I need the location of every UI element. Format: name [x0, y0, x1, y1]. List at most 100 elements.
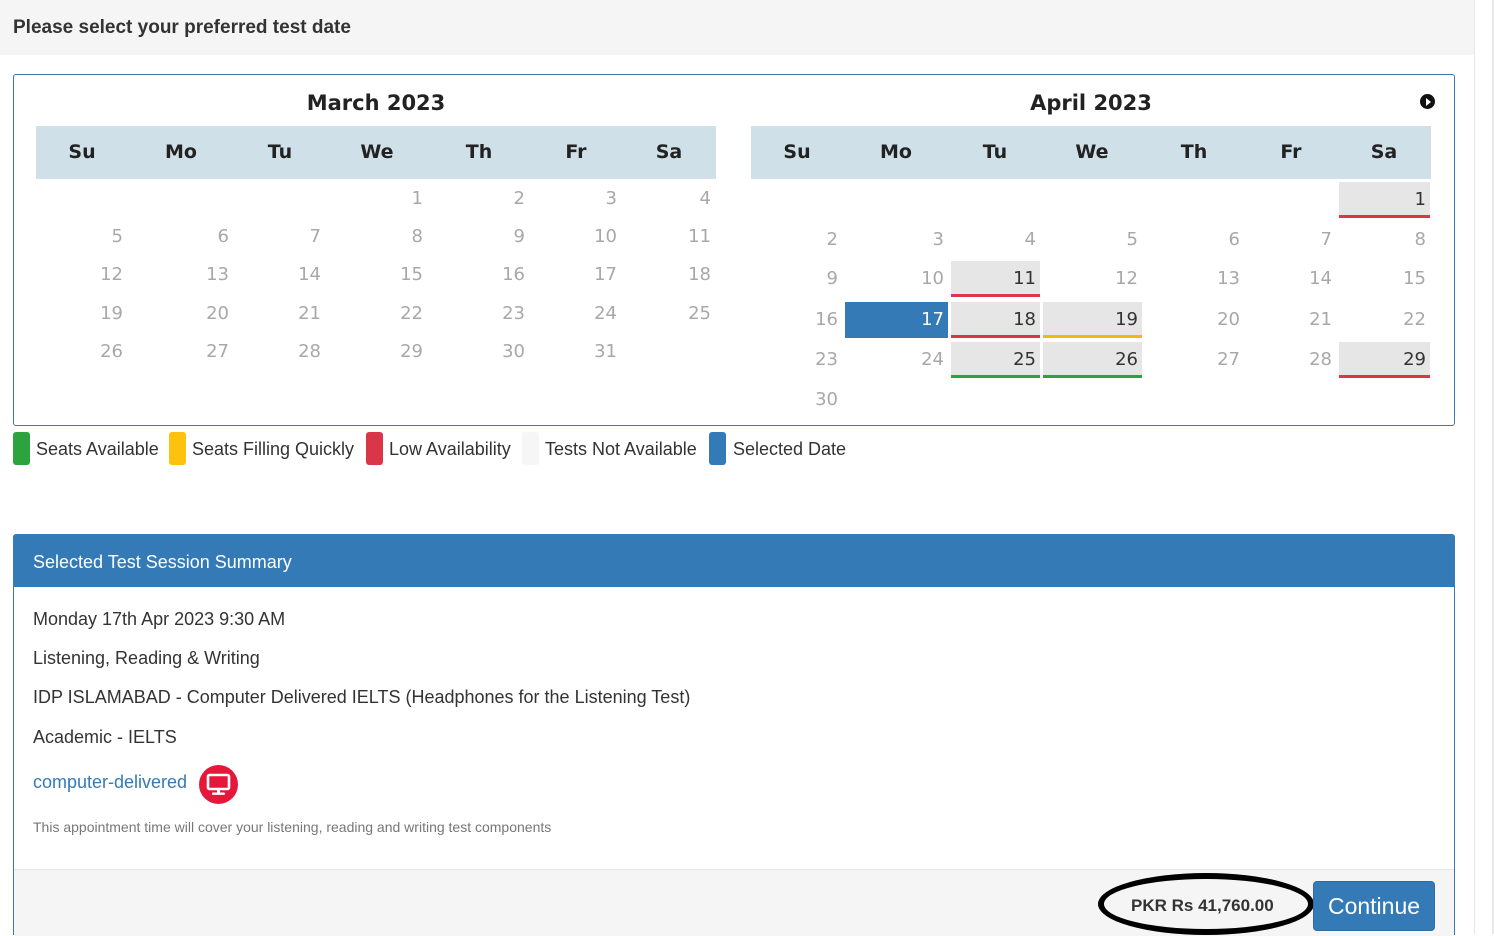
legend-label: Seats Available — [36, 439, 159, 459]
legend-swatch-seats-filling — [169, 432, 186, 465]
weekday-header: Su Mo Tu We Th Fr Sa — [36, 126, 716, 179]
calendar-day: 2 — [513, 188, 525, 209]
calendar-day: 26 — [100, 341, 123, 362]
calendar-month-march: March 2023 Su Mo Tu We Th Fr Sa 1 2 3 4 5 6 7 8 9 10 11 1… — [36, 75, 716, 425]
calendar-day[interactable]: 18 — [951, 302, 1040, 338]
weekday-tu: Tu — [982, 141, 1008, 163]
calendar-day: 1 — [411, 188, 423, 209]
legend-swatch-low-availability — [366, 432, 383, 465]
legend-label: Low Availability — [389, 439, 511, 459]
calendar-day: 6 — [1228, 229, 1240, 250]
month-title: March 2023 — [306, 91, 446, 115]
calendar-day: 31 — [594, 341, 617, 362]
header-bar: Please select your preferred test date — [0, 0, 1474, 55]
calendar-panel: March 2023 Su Mo Tu We Th Fr Sa 1 2 3 4 5 6 7 8 9 10 11 1… — [13, 74, 1455, 426]
legend-swatch-not-available — [522, 432, 539, 465]
summary-title: Selected Test Session Summary — [33, 552, 292, 572]
computer-monitor-icon — [199, 765, 238, 804]
calendar-day: 29 — [400, 341, 423, 362]
session-venue: IDP ISLAMABAD - Computer Delivered IELTS… — [33, 687, 691, 707]
calendar-day[interactable]: 11 — [951, 261, 1040, 297]
calendar-day: 25 — [688, 303, 711, 324]
calendar-day[interactable]: 26 — [1043, 342, 1142, 378]
appointment-note: This appointment time will cover your li… — [33, 819, 552, 835]
legend-label: Selected Date — [733, 439, 847, 459]
calendar-day: 16 — [502, 264, 525, 285]
calendar-day: 3 — [605, 188, 617, 209]
calendar-day: 21 — [298, 303, 321, 324]
calendar-day: 28 — [298, 341, 321, 362]
calendar-day: 20 — [206, 303, 229, 324]
calendar-day[interactable]: 29 — [1339, 342, 1430, 378]
weekday-mo: Mo — [165, 141, 197, 163]
session-summary-panel: Selected Test Session Summary Monday 17t… — [13, 534, 1455, 936]
page-title: Please select your preferred test date — [13, 17, 351, 38]
calendar-day: 27 — [1217, 349, 1240, 370]
calendar-day: 2 — [826, 229, 838, 250]
calendar-day: 30 — [815, 389, 838, 410]
calendar-day: 8 — [1414, 229, 1426, 250]
calendar-day: 28 — [1309, 349, 1332, 370]
continue-button[interactable]: Continue — [1313, 881, 1435, 931]
calendar-day: 11 — [688, 226, 711, 247]
calendar-day: 15 — [1403, 268, 1426, 289]
calendar-day: 14 — [1309, 268, 1332, 289]
calendar-day: 9 — [513, 226, 525, 247]
calendar-day: 18 — [688, 264, 711, 285]
calendar-day: 13 — [1217, 268, 1240, 289]
calendar-day: 6 — [217, 226, 229, 247]
weekday-we: We — [1075, 141, 1109, 163]
computer-delivered-link[interactable]: computer-delivered — [33, 772, 187, 793]
page: Please select your preferred test date M… — [0, 0, 1474, 936]
calendar-day[interactable]: 19 — [1043, 302, 1142, 338]
next-month-icon[interactable] — [1420, 94, 1435, 109]
content-border — [1474, 0, 1475, 934]
calendar-day: 30 — [502, 341, 525, 362]
session-datetime: Monday 17th Apr 2023 9:30 AM — [33, 609, 286, 629]
calendar-day: 16 — [815, 309, 838, 330]
calendar-day: 24 — [921, 349, 944, 370]
summary-header: Selected Test Session Summary — [14, 535, 1454, 587]
calendar-day: 3 — [932, 229, 944, 250]
weekday-su: Su — [783, 141, 811, 163]
weekday-we: We — [360, 141, 394, 163]
calendar-day: 24 — [594, 303, 617, 324]
calendar-day: 7 — [1320, 229, 1332, 250]
legend-label: Seats Filling Quickly — [192, 439, 355, 459]
calendar-day: 10 — [594, 226, 617, 247]
calendar-day: 23 — [502, 303, 525, 324]
calendar-day: 23 — [815, 349, 838, 370]
weekday-fr: Fr — [1280, 141, 1302, 163]
calendar-day[interactable]: 25 — [951, 342, 1040, 378]
calendar-day[interactable]: 1 — [1339, 182, 1430, 218]
weekday-sa: Sa — [1370, 141, 1398, 163]
weekday-th: Th — [465, 141, 493, 163]
calendar-day: 20 — [1217, 309, 1240, 330]
calendar-day: 9 — [826, 268, 838, 289]
weekday-mo: Mo — [880, 141, 912, 163]
weekday-fr: Fr — [565, 141, 587, 163]
calendar-day: 12 — [1115, 268, 1138, 289]
calendar-day: 17 — [594, 264, 617, 285]
calendar-day: 4 — [699, 188, 711, 209]
calendar-day: 13 — [206, 264, 229, 285]
calendar-day[interactable]: 17 — [845, 302, 948, 338]
test-price: PKR Rs 41,760.00 — [1131, 896, 1274, 915]
legend-swatch-selected — [709, 432, 726, 465]
calendar-day: 19 — [100, 303, 123, 324]
computer-monitor-icon-svg — [206, 773, 231, 795]
month-title: April 2023 — [1030, 91, 1152, 115]
calendar-day: 10 — [921, 268, 944, 289]
calendar-day: 21 — [1309, 309, 1332, 330]
weekday-th: Th — [1180, 141, 1208, 163]
calendar-day: 22 — [1403, 309, 1426, 330]
calendar-day: 12 — [100, 264, 123, 285]
calendar-day: 8 — [411, 226, 423, 247]
calendar-month-april: April 2023 Su Mo Tu We Th Fr Sa 1 2 3 4 5 6 7 8 9 10 11 1… — [751, 75, 1431, 425]
calendar-day: 14 — [298, 264, 321, 285]
session-test-type: Academic - IELTS — [33, 727, 177, 747]
legend-label: Tests Not Available — [545, 439, 697, 459]
weekday-su: Su — [68, 141, 96, 163]
summary-footer: PKR Rs 41,760.00 Continue — [14, 869, 1454, 936]
calendar-day: 15 — [400, 264, 423, 285]
